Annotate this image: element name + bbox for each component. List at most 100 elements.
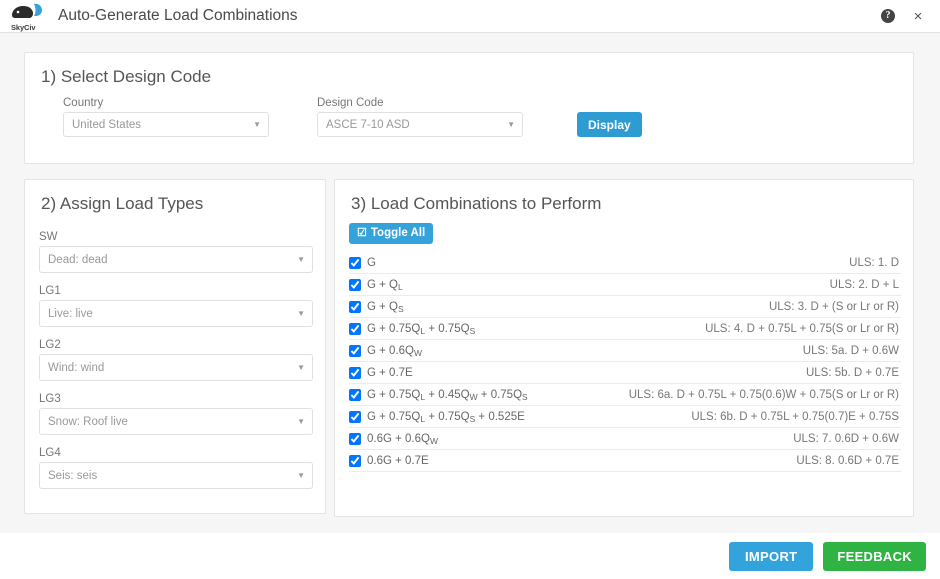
- load-combination-description: ULS: 1. D: [849, 256, 899, 269]
- chevron-down-icon: ▼: [253, 119, 261, 129]
- skyciv-logo: SkyCiv: [8, 1, 46, 32]
- load-combination-row: 0.6G + 0.6QW ULS: 7. 0.6D + 0.6W: [349, 428, 901, 450]
- load-combination-expression: 0.6G + 0.7E: [367, 454, 429, 467]
- load-combination-expression: G + 0.6QW: [367, 344, 423, 358]
- load-type-label: LG2: [39, 339, 61, 351]
- load-combination-row: G ULS: 1. D: [349, 252, 901, 274]
- content-area: 1) Select Design Code Country United Sta…: [0, 33, 940, 533]
- country-select[interactable]: United States ▼: [63, 112, 269, 137]
- load-combination-checkbox[interactable]: [349, 322, 361, 335]
- load-type-selected-value: Dead: dead: [48, 253, 108, 266]
- load-combination-checkbox[interactable]: [349, 300, 361, 313]
- load-type-label: SW: [39, 231, 58, 243]
- panel-select-design-code: 1) Select Design Code Country United Sta…: [24, 52, 914, 164]
- chevron-down-icon: ▼: [297, 470, 305, 480]
- design-code-label: Design Code: [317, 97, 384, 109]
- load-type-selected-value: Wind: wind: [48, 361, 105, 374]
- load-combination-row: G + 0.7E ULS: 5b. D + 0.7E: [349, 362, 901, 384]
- panel-2-title: 2) Assign Load Types: [41, 194, 204, 213]
- checkbox-check-icon: ☑: [357, 227, 367, 239]
- load-combination-checkbox[interactable]: [349, 256, 361, 269]
- panel-assign-load-types: 2) Assign Load Types SW Dead: dead ▼ LG1 Liv…: [24, 179, 326, 514]
- feedback-button[interactable]: FEEDBACK: [823, 542, 926, 571]
- load-combination-checkbox[interactable]: [349, 432, 361, 445]
- load-combination-description: ULS: 6a. D + 0.75L + 0.75(0.6)W + 0.75(S…: [628, 388, 899, 401]
- logo-wordmark: SkyCiv: [11, 23, 36, 32]
- titlebar: SkyCiv Auto-Generate Load Combinations ?…: [0, 0, 940, 33]
- design-code-field: Design Code ASCE 7-10 ASD ▼: [317, 97, 523, 137]
- chevron-down-icon: ▼: [507, 119, 515, 129]
- load-combination-description: ULS: 2. D + L: [829, 278, 899, 291]
- chevron-down-icon: ▼: [297, 254, 305, 264]
- load-combination-expression: G: [367, 256, 376, 269]
- load-type-selected-value: Live: live: [48, 307, 93, 320]
- load-combination-description: ULS: 4. D + 0.75L + 0.75(S or Lr or R): [705, 322, 899, 335]
- load-type-select[interactable]: Wind: wind ▼: [39, 354, 313, 381]
- toggle-all-label: Toggle All: [370, 226, 426, 239]
- load-combination-checkbox[interactable]: [349, 454, 361, 467]
- load-combination-description: ULS: 5b. D + 0.7E: [805, 366, 899, 379]
- load-combination-description: ULS: 7. 0.6D + 0.6W: [793, 432, 899, 445]
- load-combination-checkbox[interactable]: [349, 388, 361, 401]
- toggle-all-button[interactable]: ☑ Toggle All: [349, 223, 434, 244]
- load-type-field: SW Dead: dead ▼: [39, 231, 313, 273]
- panel-1-title: 1) Select Design Code: [41, 67, 212, 86]
- load-combination-checkbox[interactable]: [349, 366, 361, 379]
- panel-load-combinations: 3) Load Combinations to Perform ☑ Toggle…: [334, 179, 914, 517]
- close-glyph: ×: [913, 7, 923, 25]
- load-combination-expression: G + QS: [367, 300, 404, 314]
- load-combination-expression: G + QL: [367, 278, 403, 292]
- chevron-down-icon: ▼: [297, 416, 305, 426]
- design-code-row: Country United States ▼ Design Code ASCE…: [63, 97, 642, 137]
- design-code-selected-value: ASCE 7-10 ASD: [326, 118, 410, 131]
- load-combination-expression: G + 0.75QL + 0.75QS + 0.525E: [367, 410, 525, 424]
- load-type-select[interactable]: Dead: dead ▼: [39, 246, 313, 273]
- load-combination-row: G + 0.75QL + 0.75QS ULS: 4. D + 0.75L + 0…: [349, 318, 901, 340]
- load-combination-row: G + QS ULS: 3. D + (S or Lr or R): [349, 296, 901, 318]
- load-combination-description: ULS: 6b. D + 0.75L + 0.75(0.7)E + 0.75S: [691, 410, 899, 423]
- load-combination-checkbox[interactable]: [349, 344, 361, 357]
- load-combination-expression: 0.6G + 0.6QW: [367, 432, 439, 446]
- design-code-select[interactable]: ASCE 7-10 ASD ▼: [317, 112, 523, 137]
- load-type-selected-value: Snow: Roof live: [48, 415, 128, 428]
- load-type-label: LG1: [39, 285, 61, 297]
- country-field: Country United States ▼: [63, 97, 269, 137]
- help-icon[interactable]: ?: [880, 8, 896, 24]
- load-type-field: LG2 Wind: wind ▼: [39, 339, 313, 381]
- load-combination-expression: G + 0.75QL + 0.45QW + 0.75QS: [367, 388, 528, 402]
- country-label: Country: [63, 97, 104, 109]
- page-title: Auto-Generate Load Combinations: [58, 7, 298, 24]
- load-combination-checkbox[interactable]: [349, 278, 361, 291]
- load-combination-description: ULS: 5a. D + 0.6W: [802, 344, 899, 357]
- panel-3-title: 3) Load Combinations to Perform: [351, 194, 602, 213]
- load-type-label: LG3: [39, 393, 61, 405]
- load-type-select[interactable]: Seis: seis ▼: [39, 462, 313, 489]
- load-combination-row: G + 0.75QL + 0.75QS + 0.525E ULS: 6b. D +…: [349, 406, 901, 428]
- chevron-down-icon: ▼: [297, 308, 305, 318]
- country-selected-value: United States: [72, 118, 142, 131]
- load-combination-description: ULS: 8. 0.6D + 0.7E: [796, 454, 899, 467]
- load-combination-row: G + 0.6QW ULS: 5a. D + 0.6W: [349, 340, 901, 362]
- import-button[interactable]: IMPORT: [729, 542, 814, 571]
- help-glyph: ?: [881, 9, 895, 23]
- footer: IMPORT FEEDBACK: [0, 533, 940, 579]
- chevron-down-icon: ▼: [297, 362, 305, 372]
- load-type-label: LG4: [39, 447, 61, 459]
- load-type-field: LG4 Seis: seis ▼: [39, 447, 313, 489]
- load-combination-row: 0.6G + 0.7E ULS: 8. 0.6D + 0.7E: [349, 450, 901, 472]
- load-type-field: LG3 Snow: Roof live ▼: [39, 393, 313, 435]
- load-combination-row: G + QL ULS: 2. D + L: [349, 274, 901, 296]
- load-type-selected-value: Seis: seis: [48, 469, 98, 482]
- load-type-select[interactable]: Live: live ▼: [39, 300, 313, 327]
- load-combination-checkbox[interactable]: [349, 410, 361, 423]
- load-type-field-list: SW Dead: dead ▼ LG1 Live: live ▼ LG2 Wind: wind…: [39, 231, 313, 501]
- footer-actions: IMPORT FEEDBACK: [729, 542, 926, 571]
- titlebar-actions: ? ×: [880, 8, 926, 24]
- load-type-select[interactable]: Snow: Roof live ▼: [39, 408, 313, 435]
- load-type-field: LG1 Live: live ▼: [39, 285, 313, 327]
- load-combination-description: ULS: 3. D + (S or Lr or R): [768, 300, 899, 313]
- display-button[interactable]: Display: [577, 112, 642, 137]
- load-combination-list: G ULS: 1. D G + QL ULS: 2. D + L G + QS ULS: …: [349, 252, 901, 472]
- close-icon[interactable]: ×: [910, 8, 926, 24]
- load-combination-expression: G + 0.7E: [367, 366, 413, 379]
